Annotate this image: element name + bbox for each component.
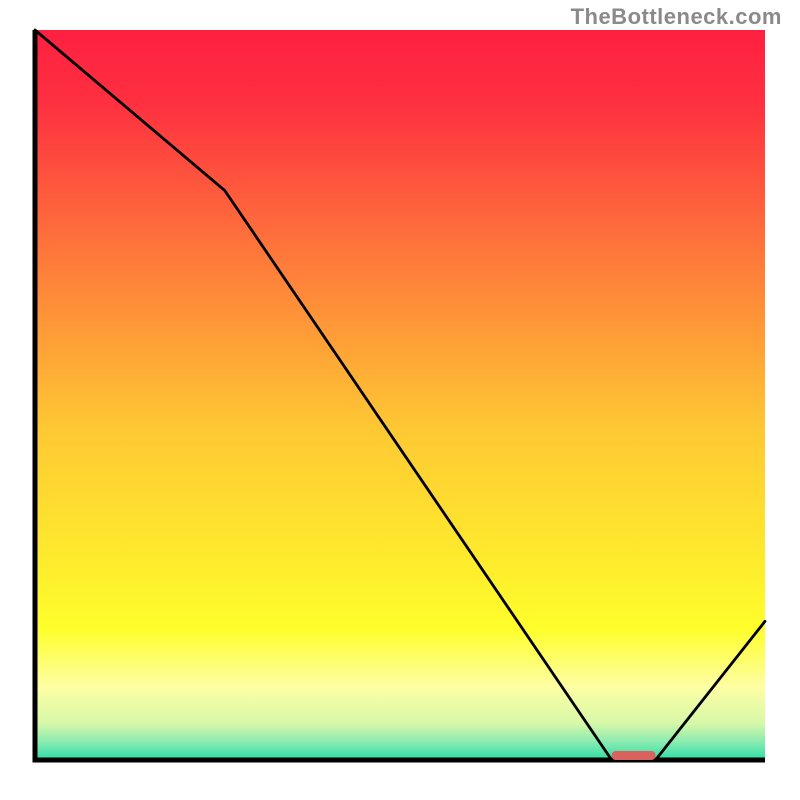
plot-background bbox=[35, 30, 765, 760]
chart-canvas bbox=[0, 0, 800, 800]
watermark-text: TheBottleneck.com bbox=[571, 4, 782, 30]
optimal-range-marker bbox=[612, 751, 656, 760]
chart-root: TheBottleneck.com bbox=[0, 0, 800, 800]
